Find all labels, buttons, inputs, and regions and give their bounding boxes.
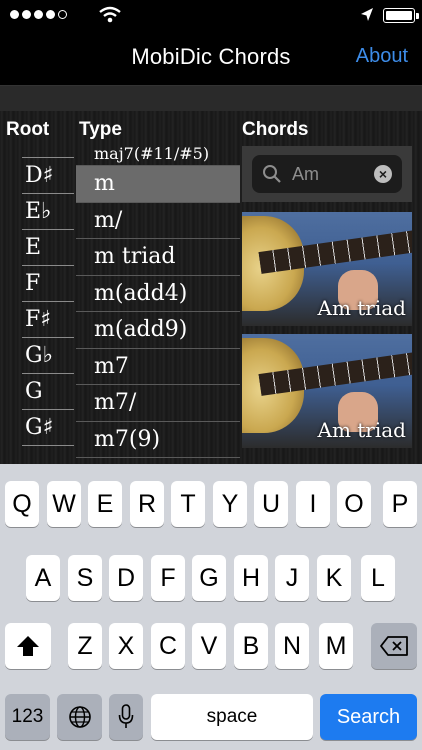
signal-dot [46, 10, 55, 19]
key-j[interactable]: J [275, 555, 309, 601]
key-w[interactable]: W [47, 481, 81, 527]
type-item[interactable]: m(add4) [76, 276, 240, 312]
globe-icon [68, 706, 91, 728]
signal-dot [34, 10, 43, 19]
key-b[interactable]: B [234, 623, 268, 669]
search-bar: Am × [242, 146, 412, 202]
type-item[interactable]: m triad [76, 239, 240, 276]
search-input[interactable]: Am × [252, 155, 402, 193]
backspace-icon [380, 636, 408, 656]
key-e[interactable]: E [88, 481, 122, 527]
key-o[interactable]: O [337, 481, 371, 527]
chords-header: Chords [242, 119, 309, 140]
keyboard: Q W E R T Y U I O P A S D F G H J K L Z … [0, 464, 422, 750]
root-item[interactable]: E♭ [22, 194, 74, 230]
shift-icon [17, 636, 39, 656]
key-k[interactable]: K [317, 555, 351, 601]
key-z[interactable]: Z [68, 623, 102, 669]
search-icon [263, 165, 281, 183]
key-r[interactable]: R [130, 481, 164, 527]
root-item-partial [22, 146, 74, 158]
chord-result[interactable]: Am triad [242, 334, 412, 448]
location-arrow-icon [361, 8, 373, 21]
battery-icon [383, 8, 419, 23]
key-p[interactable]: P [383, 481, 417, 527]
key-l[interactable]: L [361, 555, 395, 601]
root-item[interactable]: G♭ [22, 338, 74, 374]
root-item[interactable]: F [22, 266, 74, 302]
key-x[interactable]: X [109, 623, 143, 669]
key-u[interactable]: U [254, 481, 288, 527]
key-d[interactable]: D [109, 555, 143, 601]
root-item[interactable]: E [22, 230, 74, 266]
chord-result[interactable]: Am triad [242, 212, 412, 326]
key-s[interactable]: S [68, 555, 102, 601]
signal-dot [22, 10, 31, 19]
root-item[interactable]: G [22, 374, 74, 410]
chords-list[interactable]: Am × Am triad Am triad [242, 146, 412, 464]
key-v[interactable]: V [192, 623, 226, 669]
type-item[interactable]: m/ [76, 203, 240, 239]
type-item[interactable]: m7 [76, 349, 240, 385]
numbers-key[interactable]: 123 [5, 694, 50, 740]
key-f[interactable]: F [151, 555, 185, 601]
wifi-icon [99, 6, 121, 23]
signal-dot [58, 10, 67, 19]
chord-browser: Root Type Chords D♯ E♭ E F F♯ G♭ G G♯ ma… [0, 111, 422, 464]
clear-icon[interactable]: × [374, 165, 392, 183]
shift-key[interactable] [5, 623, 51, 669]
status-bar [0, 0, 422, 30]
key-q[interactable]: Q [5, 481, 39, 527]
root-header: Root [6, 119, 50, 140]
key-y[interactable]: Y [213, 481, 247, 527]
search-key[interactable]: Search [320, 694, 417, 740]
type-item[interactable]: m7(9) [76, 422, 240, 458]
chord-caption: Am triad [317, 296, 407, 320]
type-list[interactable]: maj7(#11/#5) m m/ m triad m(add4) m(add9… [76, 146, 240, 464]
backspace-key[interactable] [371, 623, 417, 669]
type-item[interactable]: m(add9) [76, 312, 240, 349]
globe-key[interactable] [57, 694, 102, 740]
type-header: Type [79, 119, 122, 140]
signal-strength [10, 10, 67, 19]
root-item[interactable]: F♯ [22, 302, 74, 338]
type-item-selected[interactable]: m [76, 166, 240, 203]
toolbar-strip [0, 85, 422, 111]
chord-caption: Am triad [317, 418, 407, 442]
key-c[interactable]: C [151, 623, 185, 669]
dictation-key[interactable] [109, 694, 143, 740]
type-item[interactable]: m7/ [76, 385, 240, 422]
key-a[interactable]: A [26, 555, 60, 601]
search-query: Am [292, 164, 319, 184]
key-g[interactable]: G [192, 555, 226, 601]
about-button[interactable]: About [356, 45, 408, 68]
root-item[interactable]: D♯ [22, 158, 74, 194]
root-item[interactable]: G♯ [22, 410, 74, 446]
root-list[interactable]: D♯ E♭ E F F♯ G♭ G G♯ [22, 146, 74, 464]
key-h[interactable]: H [234, 555, 268, 601]
microphone-icon [118, 704, 134, 728]
nav-bar: MobiDic Chords About [0, 30, 422, 85]
key-n[interactable]: N [275, 623, 309, 669]
key-i[interactable]: I [296, 481, 330, 527]
space-key[interactable]: space [151, 694, 313, 740]
signal-dot [10, 10, 19, 19]
key-m[interactable]: M [319, 623, 353, 669]
key-t[interactable]: T [171, 481, 205, 527]
type-item-partial[interactable]: maj7(#11/#5) [76, 146, 240, 166]
